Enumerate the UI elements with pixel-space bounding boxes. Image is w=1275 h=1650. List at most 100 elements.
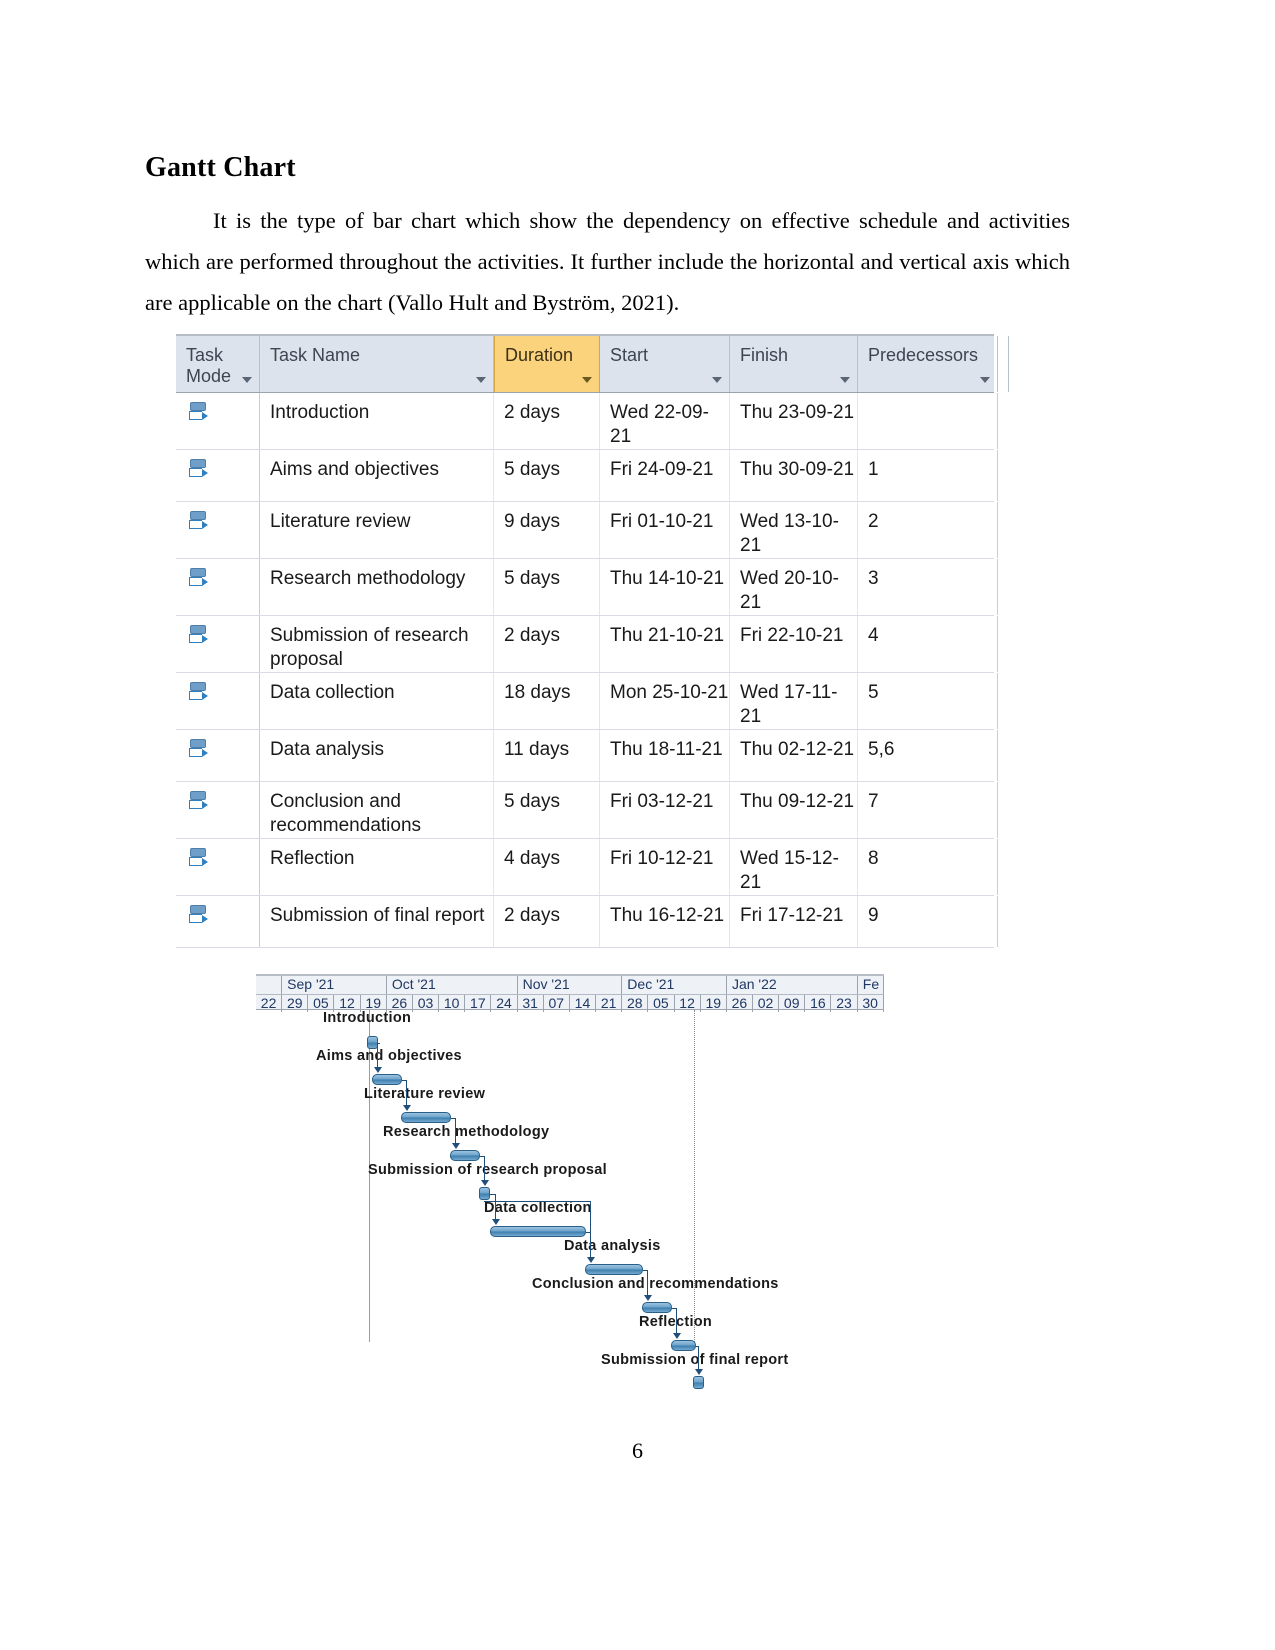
filter-chevron-down-icon[interactable] (840, 377, 850, 383)
table-row[interactable]: Submission of research proposal 2 days Thu… (176, 616, 998, 673)
table-row[interactable]: Research methodology 5 days Thu 14-10-21 We… (176, 559, 998, 616)
cell-name[interactable]: Reflection (260, 839, 494, 895)
cell-overflow (998, 616, 1008, 672)
cell-duration[interactable]: 5 days (494, 559, 600, 615)
cell-mode[interactable] (176, 450, 260, 501)
cell-finish[interactable]: Thu 02-12-21 (730, 730, 858, 781)
gantt-task-bar[interactable] (490, 1226, 586, 1237)
cell-finish[interactable]: Fri 22-10-21 (730, 616, 858, 672)
cell-duration[interactable]: 5 days (494, 450, 600, 501)
cell-finish[interactable]: Thu 09-12-21 (730, 782, 858, 838)
cell-name[interactable]: Research methodology (260, 559, 494, 615)
cell-predecessors[interactable]: 3 (858, 559, 998, 615)
gantt-milestone-bar[interactable] (693, 1376, 704, 1389)
cell-duration[interactable]: 2 days (494, 393, 600, 449)
cell-predecessors[interactable]: 9 (858, 896, 998, 947)
cell-mode[interactable] (176, 839, 260, 895)
cell-duration[interactable]: 5 days (494, 782, 600, 838)
cell-duration[interactable]: 4 days (494, 839, 600, 895)
cell-start[interactable]: Fri 03-12-21 (600, 782, 730, 838)
column-header-finish[interactable]: Finish (730, 336, 858, 392)
cell-mode[interactable] (176, 673, 260, 729)
cell-finish[interactable]: Thu 30-09-21 (730, 450, 858, 501)
cell-predecessors[interactable]: 5 (858, 673, 998, 729)
gantt-link-arrowhead (694, 1369, 703, 1375)
cell-finish[interactable]: Wed 13-10-21 (730, 502, 858, 558)
filter-chevron-down-icon[interactable] (242, 377, 252, 383)
cell-mode[interactable] (176, 616, 260, 672)
column-header-duration[interactable]: Duration (494, 336, 600, 392)
auto-schedule-icon-arrow (189, 520, 208, 529)
cell-start[interactable]: Fri 10-12-21 (600, 839, 730, 895)
cell-predecessors[interactable]: 2 (858, 502, 998, 558)
cell-start[interactable]: Fri 01-10-21 (600, 502, 730, 558)
cell-name[interactable]: Introduction (260, 393, 494, 449)
cell-mode[interactable] (176, 896, 260, 947)
cell-name[interactable]: Submission of research proposal (260, 616, 494, 672)
cell-name[interactable]: Data analysis (260, 730, 494, 781)
filter-chevron-down-icon[interactable] (980, 377, 990, 383)
cell-name[interactable]: Data collection (260, 673, 494, 729)
cell-mode[interactable] (176, 730, 260, 781)
cell-name[interactable]: Literature review (260, 502, 494, 558)
cell-predecessors[interactable] (858, 393, 998, 449)
cell-predecessors[interactable]: 4 (858, 616, 998, 672)
cell-finish[interactable]: Thu 23-09-21 (730, 393, 858, 449)
cell-finish[interactable]: Fri 17-12-21 (730, 896, 858, 947)
column-header-label: Predecessors (868, 345, 979, 365)
table-row[interactable]: Reflection 4 days Fri 10-12-21 Wed 15-12-21… (176, 839, 998, 896)
gantt-task-bar[interactable] (401, 1112, 451, 1123)
cell-start[interactable]: Thu 16-12-21 (600, 896, 730, 947)
table-row[interactable]: Data collection 18 days Mon 25-10-21 Wed 17… (176, 673, 998, 730)
gantt-link-arrowhead (480, 1180, 489, 1186)
gantt-task-bar[interactable] (450, 1150, 480, 1161)
cell-mode[interactable] (176, 393, 260, 449)
cell-name[interactable]: Submission of final report (260, 896, 494, 947)
cell-duration[interactable]: 11 days (494, 730, 600, 781)
cell-mode[interactable] (176, 502, 260, 558)
cell-name[interactable]: Aims and objectives (260, 450, 494, 501)
cell-predecessors[interactable]: 7 (858, 782, 998, 838)
cell-start[interactable]: Fri 24-09-21 (600, 450, 730, 501)
gantt-task-bar[interactable] (372, 1074, 402, 1085)
table-row[interactable]: Submission of final report 2 days Thu 16-1… (176, 896, 998, 948)
cell-predecessors[interactable]: 1 (858, 450, 998, 501)
gantt-month-cell: Dec '21 (622, 976, 727, 994)
gantt-task-bar[interactable] (585, 1264, 643, 1275)
cell-finish[interactable]: Wed 15-12-21 (730, 839, 858, 895)
gantt-milestone-bar[interactable] (479, 1187, 490, 1200)
column-header-predecessors[interactable]: Predecessors (858, 336, 998, 392)
filter-chevron-down-icon[interactable] (712, 377, 722, 383)
cell-predecessors[interactable]: 5,6 (858, 730, 998, 781)
column-header-mode[interactable]: Task Mode (176, 336, 260, 392)
cell-start[interactable]: Wed 22-09-21 (600, 393, 730, 449)
cell-name[interactable]: Conclusion and recommendations (260, 782, 494, 838)
cell-duration[interactable]: 9 days (494, 502, 600, 558)
cell-finish[interactable]: Wed 17-11-21 (730, 673, 858, 729)
cell-mode[interactable] (176, 782, 260, 838)
cell-duration[interactable]: 18 days (494, 673, 600, 729)
table-row[interactable]: Conclusion and recommendations 5 days Fri … (176, 782, 998, 839)
column-header-name[interactable]: Task Name (260, 336, 494, 392)
gantt-link-vertical (406, 1079, 407, 1107)
gantt-link-horizontal (378, 1042, 380, 1044)
table-row[interactable]: Literature review 9 days Fri 01-10-21 Wed 1… (176, 502, 998, 559)
cell-predecessors[interactable]: 8 (858, 839, 998, 895)
cell-duration[interactable]: 2 days (494, 896, 600, 947)
gantt-task-bar[interactable] (642, 1302, 672, 1313)
cell-start[interactable]: Thu 14-10-21 (600, 559, 730, 615)
table-row[interactable]: Introduction 2 days Wed 22-09-21 Thu 23-09-… (176, 393, 998, 450)
cell-start[interactable]: Thu 21-10-21 (600, 616, 730, 672)
cell-start[interactable]: Mon 25-10-21 (600, 673, 730, 729)
column-header-start[interactable]: Start (600, 336, 730, 392)
cell-mode[interactable] (176, 559, 260, 615)
cell-finish[interactable]: Wed 20-10-21 (730, 559, 858, 615)
gantt-task-bar[interactable] (671, 1340, 696, 1351)
table-row[interactable]: Aims and objectives 5 days Fri 24-09-21 Thu… (176, 450, 998, 502)
cell-start[interactable]: Thu 18-11-21 (600, 730, 730, 781)
table-row[interactable]: Data analysis 11 days Thu 18-11-21 Thu 02-1… (176, 730, 998, 782)
cell-duration[interactable]: 2 days (494, 616, 600, 672)
filter-chevron-down-icon[interactable] (582, 377, 592, 383)
document-page: Gantt Chart It is the type of bar chart … (0, 0, 1275, 1650)
filter-chevron-down-icon[interactable] (476, 377, 486, 383)
